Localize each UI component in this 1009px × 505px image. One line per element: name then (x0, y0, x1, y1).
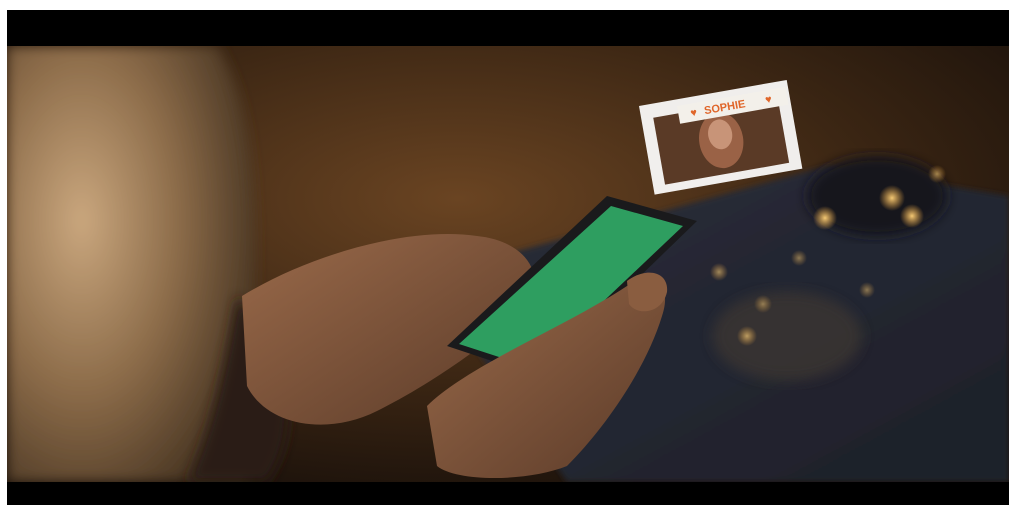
glass-ashtray (712, 291, 862, 381)
letterbox-top (7, 10, 1009, 46)
scene-illustration: ♥ SOPHIE ♥ (7, 46, 1009, 482)
letterbox-bottom (7, 482, 1009, 505)
video-frame: ♥ SOPHIE ♥ (7, 46, 1009, 482)
